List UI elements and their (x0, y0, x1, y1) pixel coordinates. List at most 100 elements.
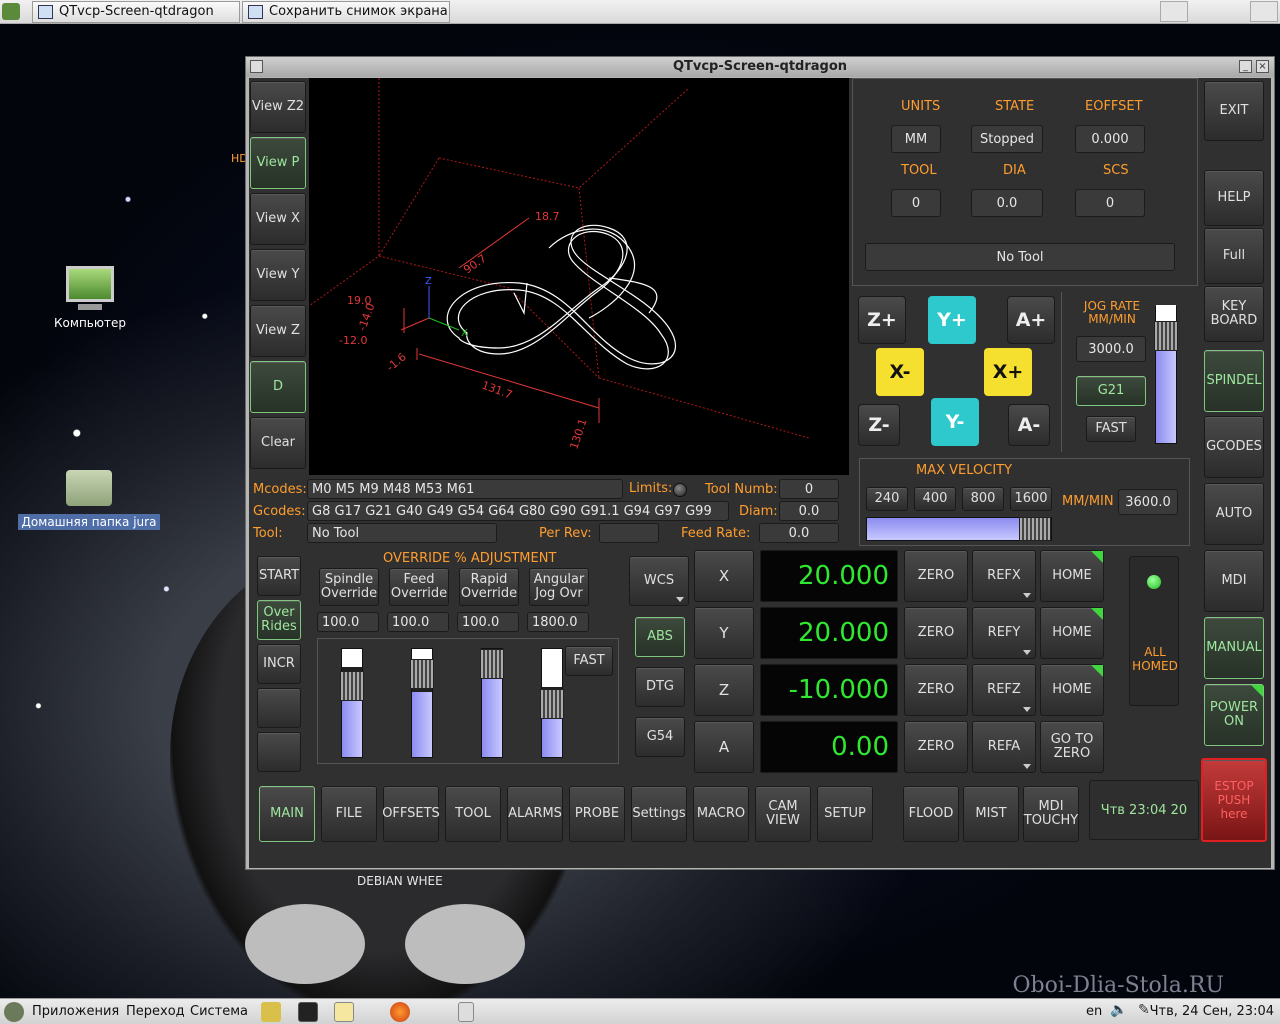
tab-cam-view[interactable]: CAM VIEW (755, 786, 811, 842)
clear-button[interactable]: Clear (250, 417, 306, 469)
close-button[interactable]: × (1256, 60, 1269, 73)
angular-jog-slider-handle[interactable] (540, 689, 564, 719)
angular-jog-slider[interactable] (540, 648, 564, 758)
manual-mode-button[interactable]: MANUAL (1204, 617, 1264, 679)
start-button[interactable]: START (257, 556, 301, 596)
rapid-override-button[interactable]: Rapid Override (459, 568, 519, 606)
help-button[interactable]: HELP (1204, 170, 1264, 226)
linux-penguin-icon[interactable] (261, 1002, 281, 1022)
jog-x-plus-button[interactable]: X+ (984, 348, 1032, 396)
spindle-override-slider[interactable] (340, 648, 364, 758)
home-y-button[interactable]: HOME (1040, 607, 1104, 659)
abs-button[interactable]: ABS (635, 617, 685, 657)
view-d-button[interactable]: D (250, 361, 306, 413)
max-velocity-slider-handle[interactable] (1019, 517, 1051, 541)
view-z2-button[interactable]: View Z2 (250, 81, 306, 133)
overrides-button[interactable]: Over Rides (257, 600, 301, 640)
keyboard-button[interactable]: KEY BOARD (1204, 286, 1264, 342)
feed-override-slider[interactable] (410, 648, 434, 758)
go-to-zero-button[interactable]: GO TO ZERO (1040, 721, 1104, 773)
velocity-preset-1600[interactable]: 1600 (1010, 487, 1052, 511)
feed-override-button[interactable]: Feed Override (389, 568, 449, 606)
trash-button[interactable] (1250, 1, 1278, 22)
g54-button[interactable]: G54 (635, 717, 685, 757)
angular-jog-override-button[interactable]: Angular Jog Ovr (529, 568, 589, 606)
show-desktop-button[interactable] (1160, 1, 1188, 22)
jog-x-minus-button[interactable]: X- (876, 348, 924, 396)
jog-a-plus-button[interactable]: A+ (1007, 296, 1055, 344)
velocity-preset-240[interactable]: 240 (866, 487, 908, 511)
ref-y-button[interactable]: REFY (972, 607, 1036, 659)
window-titlebar[interactable]: QTvcp-Screen-qtdragon (246, 57, 1274, 77)
wcs-button[interactable]: WCS (629, 556, 689, 606)
volume-icon[interactable]: 🔈 (1110, 1002, 1128, 1022)
units-toggle-button[interactable]: G21 (1076, 376, 1146, 406)
app-menu-icon[interactable] (4, 1002, 24, 1022)
tab-offsets[interactable]: OFFSETS (382, 786, 440, 842)
jog-z-minus-button[interactable]: Z- (858, 404, 900, 446)
task-qtdragon[interactable]: QTvcp-Screen-qtdragon (32, 1, 240, 23)
spindle-override-button[interactable]: Spindle Override (319, 568, 379, 606)
firefox-icon[interactable] (390, 1002, 410, 1022)
spindle-override-slider-handle[interactable] (340, 671, 364, 701)
panel-clock[interactable]: Чтв, 24 Сен, 23:04 (1150, 1004, 1274, 1019)
exit-button[interactable]: EXIT (1204, 81, 1264, 141)
view-p-button[interactable]: View P (250, 137, 306, 189)
desktop-icon-computer[interactable]: Компьютер (40, 266, 140, 330)
tab-main[interactable]: MAIN (259, 786, 315, 842)
spindle-tab-button[interactable]: SPINDEL (1204, 350, 1264, 412)
gcode-preview-viewport[interactable]: 19.0 -14.0 -12.0 -1.6 131.7 130.1 90.7 1… (308, 78, 849, 475)
tab-macro[interactable]: MACRO (693, 786, 749, 842)
axis-x-button[interactable]: X (694, 550, 754, 602)
incr-button[interactable]: INCR (257, 644, 301, 684)
tab-probe[interactable]: PROBE (569, 786, 625, 842)
desktop-icon-home[interactable]: Домашняя папка jura (18, 470, 160, 530)
max-velocity-slider[interactable] (866, 517, 1052, 541)
override-fast-button[interactable]: FAST (565, 646, 613, 676)
tab-tool[interactable]: TOOL (445, 786, 501, 842)
velocity-preset-800[interactable]: 800 (962, 487, 1004, 511)
tab-settings[interactable]: Settings (631, 786, 687, 842)
tab-setup[interactable]: SETUP (817, 786, 873, 842)
mdi-mode-button[interactable]: MDI (1204, 550, 1264, 612)
zero-a-button[interactable]: ZERO (904, 721, 968, 773)
menu-applications[interactable]: Приложения (32, 1004, 119, 1019)
text-editor-icon[interactable] (334, 1002, 354, 1022)
feed-override-slider-handle[interactable] (410, 659, 434, 689)
mdi-touchy-button[interactable]: MDI TOUCHY (1023, 786, 1079, 842)
menu-places[interactable]: Переход (126, 1004, 185, 1019)
keyboard-layout[interactable]: en (1086, 1004, 1102, 1019)
axis-a-button[interactable]: A (694, 721, 754, 773)
home-z-button[interactable]: HOME (1040, 664, 1104, 716)
jog-y-plus-button[interactable]: Y+ (928, 296, 976, 344)
zero-x-button[interactable]: ZERO (904, 550, 968, 602)
axis-y-button[interactable]: Y (694, 607, 754, 659)
ref-x-button[interactable]: REFX (972, 550, 1036, 602)
jog-rate-slider-handle[interactable] (1154, 321, 1178, 351)
estop-button[interactable]: ESTOP PUSH here (1201, 758, 1267, 842)
jog-z-plus-button[interactable]: Z+ (858, 296, 906, 344)
velocity-preset-400[interactable]: 400 (914, 487, 956, 511)
home-x-button[interactable]: HOME (1040, 550, 1104, 602)
blank-button-2[interactable] (257, 732, 301, 772)
task-screenshot[interactable]: Сохранить снимок экрана (242, 1, 450, 23)
tab-file[interactable]: FILE (321, 786, 377, 842)
jog-fast-button[interactable]: FAST (1086, 416, 1136, 442)
flood-button[interactable]: FLOOD (903, 786, 959, 842)
ref-a-button[interactable]: REFA (972, 721, 1036, 773)
zero-y-button[interactable]: ZERO (904, 607, 968, 659)
jog-y-minus-button[interactable]: Y- (931, 398, 979, 446)
mist-button[interactable]: MIST (963, 786, 1019, 842)
ref-z-button[interactable]: REFZ (972, 664, 1036, 716)
gcodes-tab-button[interactable]: GCODES (1204, 416, 1264, 478)
minimize-button[interactable]: _ (1239, 60, 1252, 73)
jog-rate-slider[interactable] (1154, 305, 1178, 444)
rapid-override-slider[interactable] (480, 648, 504, 758)
blank-button-1[interactable] (257, 688, 301, 728)
menu-system[interactable]: Система (190, 1004, 248, 1019)
window-list-icon[interactable] (458, 1002, 474, 1022)
auto-mode-button[interactable]: AUTO (1204, 483, 1264, 545)
window-menu-icon[interactable] (250, 60, 263, 73)
jog-a-minus-button[interactable]: A- (1008, 404, 1050, 446)
fullscreen-button[interactable]: Full (1204, 228, 1264, 284)
